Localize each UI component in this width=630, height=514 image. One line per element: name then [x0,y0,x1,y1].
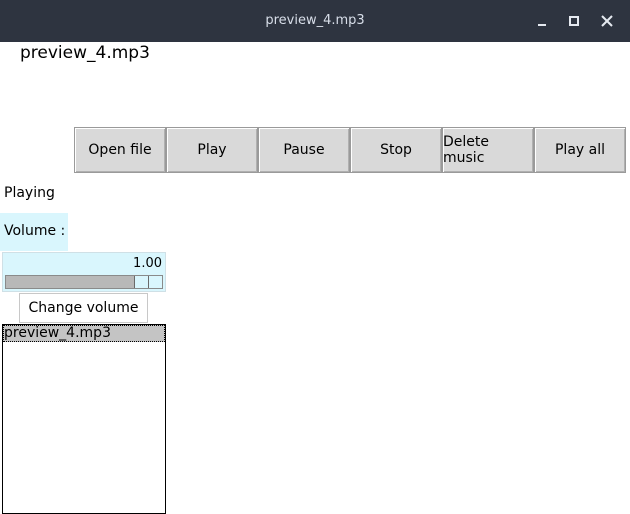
volume-label: Volume : [0,213,68,251]
open-file-button[interactable]: Open file [74,127,166,173]
play-button[interactable]: Play [166,127,258,173]
volume-slider-handle[interactable] [134,276,162,288]
close-icon[interactable] [597,11,617,31]
window-titlebar[interactable]: preview_4.mp3 [0,0,630,42]
minimize-icon[interactable] [532,11,552,31]
playlist-item[interactable]: preview_4.mp3 [3,325,165,342]
play-all-button[interactable]: Play all [534,127,626,173]
pause-button[interactable]: Pause [258,127,350,173]
playback-status: Playing [4,185,55,201]
volume-scale[interactable]: 1.00 [2,252,166,292]
playlist-listbox[interactable]: preview_4.mp3 [2,324,166,514]
delete-music-button[interactable]: Delete music [442,127,534,173]
change-volume-button[interactable]: Change volume [19,293,148,323]
current-file-title: preview_4.mp3 [20,43,150,63]
stop-button[interactable]: Stop [350,127,442,173]
maximize-icon[interactable] [564,11,584,31]
volume-value: 1.00 [133,256,162,271]
volume-trough[interactable] [5,275,163,289]
